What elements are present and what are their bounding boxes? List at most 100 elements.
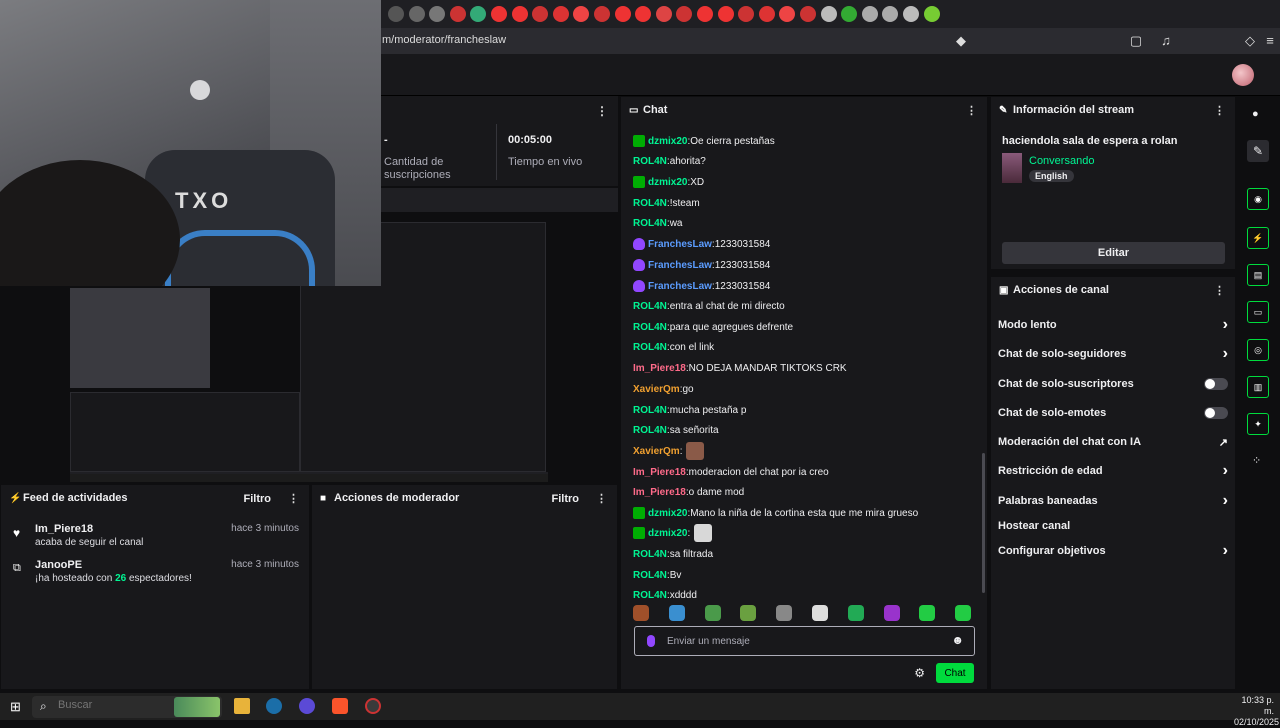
chat-username[interactable]: XavierQm <box>633 384 680 395</box>
chat-send-button[interactable]: Chat <box>936 663 974 683</box>
category-thumbnail[interactable] <box>1002 153 1022 183</box>
browser-tab[interactable] <box>594 6 610 22</box>
category-name[interactable]: Conversando <box>1029 155 1094 167</box>
user-avatar[interactable] <box>1232 64 1254 86</box>
emote-shortcut[interactable] <box>633 605 649 621</box>
browser-tab[interactable] <box>655 6 672 22</box>
browser-tab[interactable] <box>676 6 693 22</box>
extensions-icon[interactable]: ⁘ <box>1252 454 1261 467</box>
chat-input-box[interactable]: ☻ <box>634 626 975 656</box>
emote-shortcut[interactable] <box>955 605 972 621</box>
channel-action-row[interactable]: Restricción de edad › <box>998 461 1228 481</box>
document-icon[interactable]: ▤ <box>1247 264 1269 286</box>
channel-action-row[interactable]: Chat de solo-seguidores › <box>998 344 1228 364</box>
chat-username[interactable]: ROL4N <box>633 405 667 416</box>
chat-settings-icon[interactable]: ⚙ <box>914 666 925 680</box>
chat-username[interactable]: ROL4N <box>633 549 667 560</box>
stats-more-icon[interactable]: ⋮ <box>596 104 608 118</box>
browser-tab[interactable] <box>758 6 775 22</box>
app-icon[interactable] <box>365 698 381 714</box>
emote-shortcut[interactable] <box>740 605 757 621</box>
edit-button[interactable]: Editar <box>1002 242 1225 264</box>
browser-tab[interactable] <box>491 6 507 22</box>
mod-filter-button[interactable]: Filtro <box>552 493 580 505</box>
clip-icon[interactable]: ◉ <box>1247 188 1269 210</box>
brave-shield-icon[interactable]: ◆ <box>953 33 969 49</box>
feed-filter-button[interactable]: Filtro <box>244 493 272 505</box>
emote-image[interactable] <box>686 442 705 460</box>
channel-action-row[interactable]: Chat de solo-emotes <box>998 403 1228 423</box>
emote-shortcut[interactable] <box>704 605 721 621</box>
chat-username[interactable]: ROL4N <box>633 570 667 581</box>
emote-picker-icon[interactable]: ☻ <box>951 633 964 647</box>
chat-username[interactable]: FranchesLaw <box>648 260 712 271</box>
lightning-icon[interactable]: ⚡ <box>1247 227 1269 249</box>
moderator-badge-icon[interactable] <box>633 527 645 539</box>
chat-username[interactable]: FranchesLaw <box>648 239 712 250</box>
browser-tab[interactable] <box>614 6 631 22</box>
browser-tab[interactable] <box>800 6 816 22</box>
feed-user[interactable]: Im_Piere18 <box>35 523 93 535</box>
obs-icon[interactable] <box>299 698 315 714</box>
tag-badge[interactable]: English <box>1029 170 1074 182</box>
emote-shortcut[interactable] <box>919 605 936 621</box>
feed-user[interactable]: JanooPE <box>35 559 82 571</box>
chat-username[interactable]: ROL4N <box>633 301 667 312</box>
browser-tab[interactable] <box>717 6 734 22</box>
chat-username[interactable]: Im_Piere18 <box>633 467 686 478</box>
channel-action-row[interactable]: Modo lento › <box>998 315 1228 335</box>
emote-shortcut[interactable] <box>812 605 828 621</box>
info-icon[interactable]: ● <box>1252 108 1259 120</box>
chat-scrollbar[interactable] <box>982 453 985 593</box>
mic-icon[interactable] <box>647 635 655 647</box>
emote-image[interactable] <box>694 524 713 542</box>
feed-more-icon[interactable]: ⋮ <box>288 492 299 505</box>
toggle-switch[interactable] <box>1204 378 1228 390</box>
mod-more-icon[interactable]: ⋮ <box>596 492 607 505</box>
channel-action-row[interactable]: Palabras baneadas › <box>998 491 1228 511</box>
broadcast-icon[interactable]: ◎ <box>1247 339 1269 361</box>
browser-tab[interactable] <box>779 6 796 22</box>
browser-tab[interactable] <box>429 6 446 22</box>
browser-tab[interactable] <box>388 6 404 22</box>
tools-icon[interactable]: ✦ <box>1247 413 1269 435</box>
browser-tab[interactable] <box>449 6 466 22</box>
steam-icon[interactable] <box>266 698 282 714</box>
chat-username[interactable]: dzmix20 <box>648 508 687 519</box>
channel-action-row[interactable]: Configurar objetivos › <box>998 541 1228 561</box>
channel-action-row[interactable]: Chat de solo-suscriptores <box>998 374 1228 394</box>
browser-tab[interactable] <box>841 6 858 22</box>
music-icon[interactable]: ♫ <box>1158 33 1174 49</box>
chat-username[interactable]: FranchesLaw <box>648 281 712 292</box>
taskbar-search-input[interactable] <box>58 699 168 711</box>
file-explorer-icon[interactable] <box>234 698 250 714</box>
browser-tab[interactable] <box>923 6 940 22</box>
chat-username[interactable]: ROL4N <box>633 590 667 601</box>
chat-username[interactable]: Im_Piere18 <box>633 487 686 498</box>
taskbar-search[interactable]: ⌕ <box>32 696 222 718</box>
browser-tab[interactable] <box>511 6 528 22</box>
chat-username[interactable]: Im_Piere18 <box>633 363 686 374</box>
emote-shortcut[interactable] <box>883 605 900 621</box>
brave-icon[interactable] <box>332 698 348 714</box>
chat-more-icon[interactable]: ⋮ <box>966 104 977 117</box>
browser-tab[interactable] <box>882 6 899 22</box>
raid-icon[interactable]: ▥ <box>1247 376 1269 398</box>
browser-tab[interactable] <box>903 6 919 22</box>
emote-shortcut[interactable] <box>847 605 864 621</box>
browser-tab[interactable] <box>552 6 569 22</box>
channel-action-row[interactable]: Moderación del chat con IA ↗ <box>998 432 1228 452</box>
browser-tab[interactable] <box>635 6 652 22</box>
broadcaster-badge-icon[interactable] <box>633 238 645 250</box>
browser-tab[interactable] <box>820 6 837 22</box>
chat-username[interactable]: ROL4N <box>633 322 667 333</box>
browser-tab[interactable] <box>697 6 713 22</box>
toggle-switch[interactable] <box>1204 407 1228 419</box>
browser-tab[interactable] <box>408 6 425 22</box>
browser-tab[interactable] <box>573 6 590 22</box>
chat-input[interactable] <box>667 633 947 649</box>
clock[interactable]: 10:33 p. m. 02/10/2025 <box>1234 695 1279 728</box>
sidebar-icon[interactable]: ▢ <box>1128 33 1144 49</box>
channel-action-row[interactable]: Hostear canal <box>998 516 1228 536</box>
browser-tab[interactable] <box>861 6 878 22</box>
